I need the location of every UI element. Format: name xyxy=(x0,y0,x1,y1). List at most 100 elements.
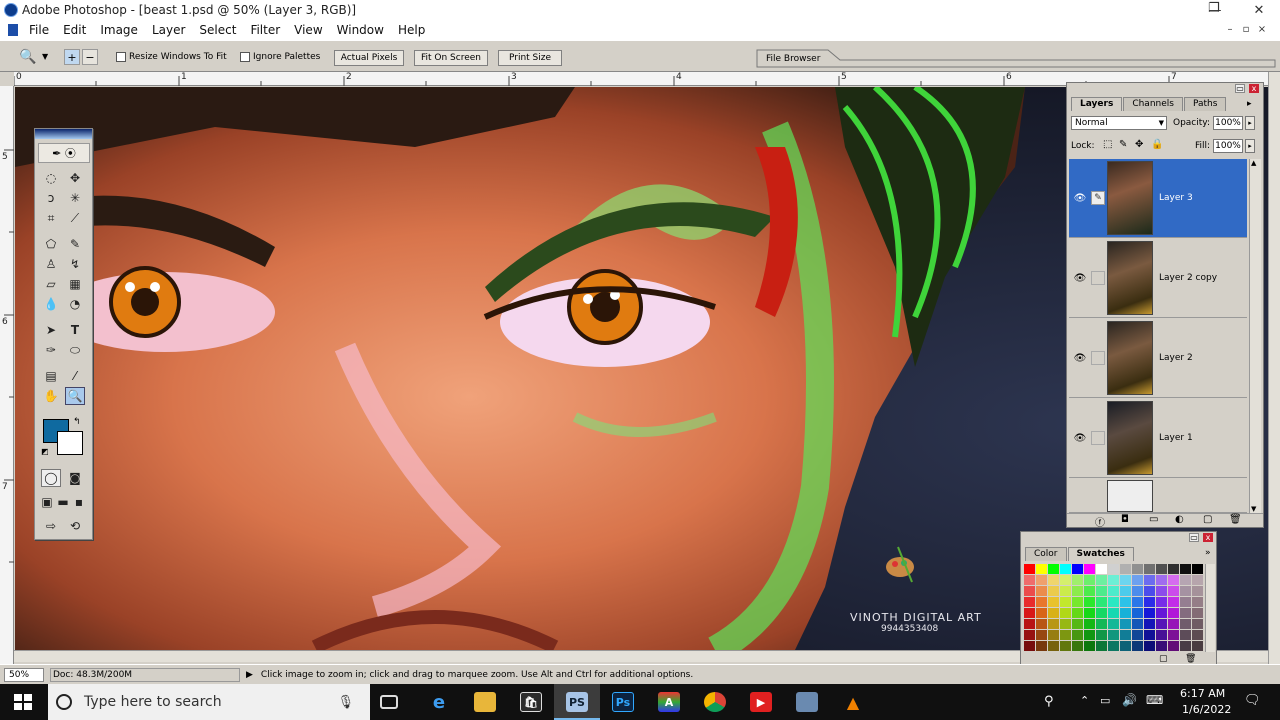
swatch-cell[interactable] xyxy=(1144,608,1155,618)
swatch-cell[interactable] xyxy=(1144,619,1155,629)
layer-name[interactable]: Layer 2 xyxy=(1159,353,1193,363)
swap-colors-icon[interactable]: ↰ xyxy=(73,417,81,427)
swatch-cell[interactable] xyxy=(1084,619,1095,629)
magic-wand-tool-icon[interactable]: ✳ xyxy=(65,189,85,207)
swatch-cell[interactable] xyxy=(1180,586,1191,596)
swatch-cell[interactable] xyxy=(1156,608,1167,618)
swatch-cell[interactable] xyxy=(1168,575,1179,585)
swatch-cell[interactable] xyxy=(1048,641,1059,651)
file-browser-well[interactable]: File Browser xyxy=(756,48,1276,68)
swatch-cell[interactable] xyxy=(1132,608,1143,618)
swatch-cell[interactable] xyxy=(1132,564,1143,574)
swatch-cell[interactable] xyxy=(1192,630,1203,640)
swatch-cell[interactable] xyxy=(1108,564,1119,574)
tab-channels[interactable]: Channels xyxy=(1123,97,1183,111)
swatch-cell[interactable] xyxy=(1132,597,1143,607)
zoom-tool-icon[interactable]: 🔍 xyxy=(19,49,36,65)
swatch-cell[interactable] xyxy=(1096,586,1107,596)
swatch-cell[interactable] xyxy=(1060,630,1071,640)
menu-view[interactable]: View xyxy=(287,23,329,37)
menu-file[interactable]: File xyxy=(22,23,56,37)
swatch-cell[interactable] xyxy=(1144,564,1155,574)
swatch-cell[interactable] xyxy=(1120,641,1131,651)
swatch-cell[interactable] xyxy=(1132,575,1143,585)
photoshop-cc-icon[interactable]: Ps xyxy=(612,692,634,712)
panel-close-icon[interactable]: x xyxy=(1203,533,1213,542)
swatch-cell[interactable] xyxy=(1048,619,1059,629)
notifications-icon[interactable]: 🗨 xyxy=(1244,693,1261,708)
swatch-cell[interactable] xyxy=(1120,575,1131,585)
layer-set-icon[interactable]: ▭ xyxy=(1149,514,1158,525)
show-hidden-icons-icon[interactable]: ⌃ xyxy=(1080,694,1089,707)
swatch-cell[interactable] xyxy=(1084,564,1095,574)
swatch-cell[interactable] xyxy=(1024,641,1035,651)
swatch-cell[interactable] xyxy=(1036,630,1047,640)
swatch-cell[interactable] xyxy=(1060,608,1071,618)
ignore-palettes-checkbox[interactable]: Ignore Palettes xyxy=(240,52,320,62)
swatch-cell[interactable] xyxy=(1180,608,1191,618)
lock-all-icon[interactable]: 🔒 xyxy=(1151,139,1163,150)
history-brush-tool-icon[interactable]: ↯ xyxy=(65,255,85,273)
zoom-tool-icon-active[interactable]: 🔍 xyxy=(65,387,85,405)
tab-swatches[interactable]: Swatches xyxy=(1067,547,1134,561)
swatch-cell[interactable] xyxy=(1024,564,1035,574)
crop-tool-icon[interactable]: ⌗ xyxy=(41,209,61,227)
swatch-cell[interactable] xyxy=(1156,575,1167,585)
slice-tool-icon[interactable]: ⟋ xyxy=(65,209,85,227)
swatch-cell[interactable] xyxy=(1168,619,1179,629)
swatch-grid[interactable] xyxy=(1024,564,1204,652)
panel-minimize-icon[interactable]: ▭ xyxy=(1189,533,1199,542)
swatch-cell[interactable] xyxy=(1036,575,1047,585)
delete-layer-icon[interactable]: 🗑 xyxy=(1229,514,1242,525)
swatch-cell[interactable] xyxy=(1120,586,1131,596)
play-arrow-icon[interactable]: ▶ xyxy=(246,670,253,680)
doc-close-icon[interactable]: × xyxy=(1256,24,1268,35)
swatch-cell[interactable] xyxy=(1108,619,1119,629)
swatch-cell[interactable] xyxy=(1192,586,1203,596)
swatch-cell[interactable] xyxy=(1084,608,1095,618)
swatch-cell[interactable] xyxy=(1156,630,1167,640)
shape-tool-icon[interactable]: ⬭ xyxy=(65,341,85,359)
path-selection-tool-icon[interactable]: ➤ xyxy=(41,321,61,339)
swatch-cell[interactable] xyxy=(1072,575,1083,585)
layers-scrollbar[interactable]: ▲ ▼ xyxy=(1249,159,1261,513)
swatch-cell[interactable] xyxy=(1180,630,1191,640)
swatch-cell[interactable] xyxy=(1024,630,1035,640)
visibility-eye-icon[interactable]: 👁 xyxy=(1069,433,1091,444)
layer-row-layer-2[interactable]: 👁 Layer 2 xyxy=(1069,319,1247,398)
swatch-cell[interactable] xyxy=(1168,586,1179,596)
adobe-online-icon[interactable]: ✒ ⦿ xyxy=(38,143,90,163)
swatch-cell[interactable] xyxy=(1168,608,1179,618)
swatch-cell[interactable] xyxy=(1096,597,1107,607)
eyedropper-tool-icon[interactable]: ⁄ xyxy=(65,367,85,385)
new-swatch-icon[interactable]: ▢ xyxy=(1159,654,1168,664)
eraser-tool-icon[interactable]: ▱ xyxy=(41,275,61,293)
visibility-eye-icon[interactable]: 👁 xyxy=(1069,353,1091,364)
doc-minimize-icon[interactable]: – xyxy=(1224,24,1236,35)
quick-mask-mode-icon[interactable]: ◙ xyxy=(65,469,85,487)
menu-edit[interactable]: Edit xyxy=(56,23,93,37)
actual-pixels-button[interactable]: Actual Pixels xyxy=(334,50,404,66)
swatch-cell[interactable] xyxy=(1180,564,1191,574)
swatch-cell[interactable] xyxy=(1036,641,1047,651)
swatch-cell[interactable] xyxy=(1156,564,1167,574)
swatch-cell[interactable] xyxy=(1036,597,1047,607)
swatch-cell[interactable] xyxy=(1036,619,1047,629)
fit-on-screen-button[interactable]: Fit On Screen xyxy=(414,50,488,66)
swatch-cell[interactable] xyxy=(1072,619,1083,629)
panel-minimize-icon[interactable]: ▭ xyxy=(1235,84,1245,93)
swatch-cell[interactable] xyxy=(1060,597,1071,607)
zoom-in-icon[interactable]: + xyxy=(64,49,80,65)
swatch-cell[interactable] xyxy=(1024,608,1035,618)
swatch-cell[interactable] xyxy=(1060,564,1071,574)
swatch-cell[interactable] xyxy=(1144,641,1155,651)
type-tool-icon[interactable]: T xyxy=(65,321,85,339)
menu-filter[interactable]: Filter xyxy=(243,23,287,37)
layer-style-icon[interactable]: ⓕ xyxy=(1095,514,1105,529)
swatch-cell[interactable] xyxy=(1192,641,1203,651)
swatch-cell[interactable] xyxy=(1084,641,1095,651)
menu-layer[interactable]: Layer xyxy=(145,23,192,37)
doc-restore-icon[interactable]: ▫ xyxy=(1240,24,1252,35)
swatch-cell[interactable] xyxy=(1132,630,1143,640)
maximize-button[interactable]: ❐ xyxy=(1208,1,1220,16)
